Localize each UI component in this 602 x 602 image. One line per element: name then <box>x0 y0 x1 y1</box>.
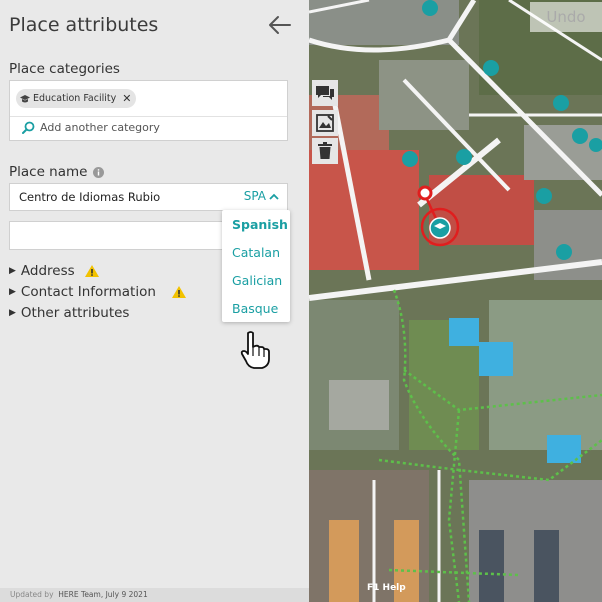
add-category-placeholder: Add another category <box>40 121 160 134</box>
footer-author: HERE Team, July 9 2021 <box>58 590 148 599</box>
language-option-galician[interactable]: Galician <box>232 273 282 288</box>
categories-label: Place categories <box>9 61 120 77</box>
contact-expander[interactable]: ▶ Contact Information <box>9 284 187 300</box>
comment-icon <box>316 86 334 100</box>
caret-right-icon: ▶ <box>9 266 16 276</box>
image-edit-icon <box>316 114 334 132</box>
language-option-basque[interactable]: Basque <box>232 301 278 316</box>
help-hint: F1 Help <box>367 583 406 593</box>
undo-button[interactable]: Undo <box>530 2 602 32</box>
map-view[interactable]: Undo F1 Help <box>309 0 602 602</box>
language-dropdown: Spanish Catalan Galician Basque <box>222 210 290 322</box>
footer-prefix: Updated by <box>10 590 54 599</box>
trash-icon <box>318 142 332 159</box>
footer: Updated by HERE Team, July 9 2021 <box>0 588 309 602</box>
secondary-name-input[interactable] <box>9 221 229 250</box>
hand-cursor-icon <box>240 331 270 369</box>
warning-icon <box>84 265 99 277</box>
arrow-left-icon <box>269 16 291 34</box>
place-name-input[interactable]: Centro de Idiomas Rubio SPA <box>9 183 288 211</box>
place-name-value: Centro de Idiomas Rubio <box>19 190 161 204</box>
place-name-label-row: Place name <box>9 164 105 180</box>
caret-right-icon: ▶ <box>9 308 16 318</box>
address-expander[interactable]: ▶ Address <box>9 263 100 279</box>
back-button[interactable] <box>266 12 294 38</box>
education-icon <box>20 94 30 102</box>
chevron-up-icon <box>269 193 279 200</box>
language-toggle[interactable]: SPA <box>244 189 279 203</box>
language-option-catalan[interactable]: Catalan <box>232 245 280 260</box>
address-label: Address <box>20 263 75 279</box>
language-code: SPA <box>243 189 266 203</box>
category-chip[interactable]: Education Facility ✕ <box>16 89 137 108</box>
remove-category-icon[interactable]: ✕ <box>122 92 131 105</box>
info-icon[interactable] <box>93 166 105 178</box>
satellite-map[interactable] <box>309 0 602 602</box>
comment-tool-button[interactable] <box>312 80 338 106</box>
add-category-input[interactable]: Add another category <box>22 121 160 134</box>
search-icon <box>22 121 35 134</box>
language-option-spanish[interactable]: Spanish <box>232 217 288 232</box>
categories-box: Education Facility ✕ Add another categor… <box>9 80 288 141</box>
other-attributes-label: Other attributes <box>20 305 130 321</box>
place-name-label: Place name <box>9 164 88 180</box>
warning-icon <box>171 286 186 298</box>
contact-label: Contact Information <box>20 284 156 300</box>
delete-tool-button[interactable] <box>312 138 338 164</box>
image-tool-button[interactable] <box>312 110 338 136</box>
other-attributes-expander[interactable]: ▶ Other attributes <box>9 305 129 321</box>
caret-right-icon: ▶ <box>9 287 16 297</box>
panel-title: Place attributes <box>9 14 159 36</box>
place-attributes-panel: Place attributes Place categories Educat… <box>0 0 309 602</box>
category-chip-label: Education Facility <box>33 93 117 104</box>
